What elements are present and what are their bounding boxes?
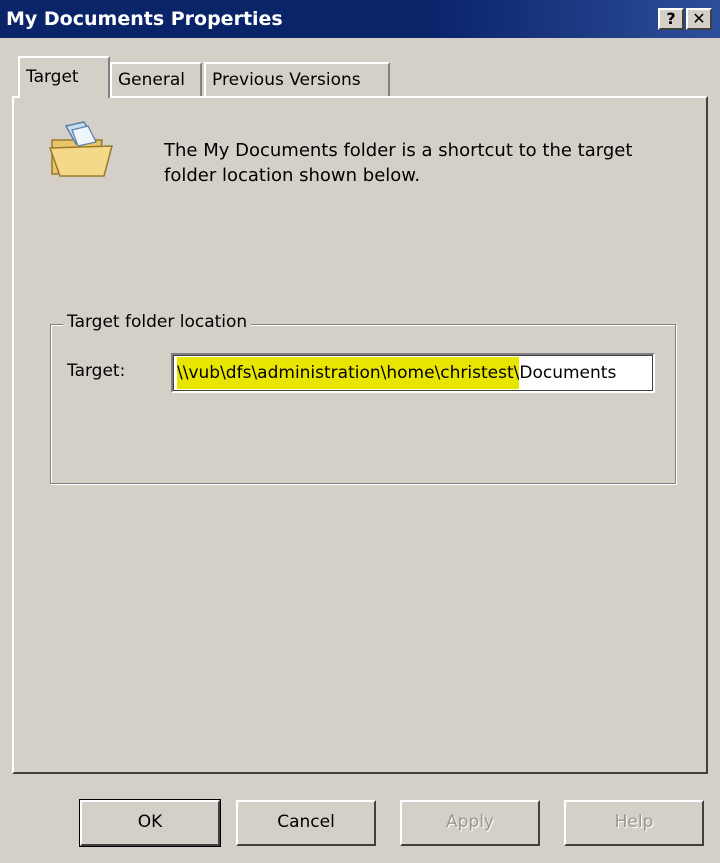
description-text: The My Documents folder is a shortcut to… [164,140,633,186]
tab-label: Target [26,67,79,87]
close-button[interactable]: ✕ [686,8,712,30]
tab-label: Previous Versions [212,70,361,90]
target-path-field[interactable]: \\vub\dfs\administration\home\christest\… [171,353,655,393]
target-path-highlighted: \\vub\dfs\administration\home\christest\ [177,357,520,389]
window-title: My Documents Properties [6,8,283,30]
ok-button[interactable]: OK [79,799,221,847]
tab-general[interactable]: General [110,62,202,96]
cancel-button[interactable]: Cancel [236,800,376,846]
tab-previous-versions[interactable]: Previous Versions [204,62,390,96]
help-icon: ? [666,9,676,28]
help-button[interactable]: ? [658,8,684,30]
groupbox-title: Target folder location [63,312,252,332]
close-icon: ✕ [692,9,706,28]
tab-panel: The My Documents folder is a shortcut to… [12,96,708,774]
apply-button[interactable]: Apply [400,800,540,846]
target-folder-groupbox: Target folder location Target: \\vub\dfs… [50,312,676,484]
target-path-rest: Documents [519,363,617,383]
folder-open-icon [48,121,113,177]
tab-label: General [118,70,185,90]
title-bar: My Documents Properties ? ✕ [0,0,720,38]
help-dialog-button[interactable]: Help [564,800,704,846]
target-label: Target: [67,361,126,381]
tab-target[interactable]: Target [18,56,110,98]
